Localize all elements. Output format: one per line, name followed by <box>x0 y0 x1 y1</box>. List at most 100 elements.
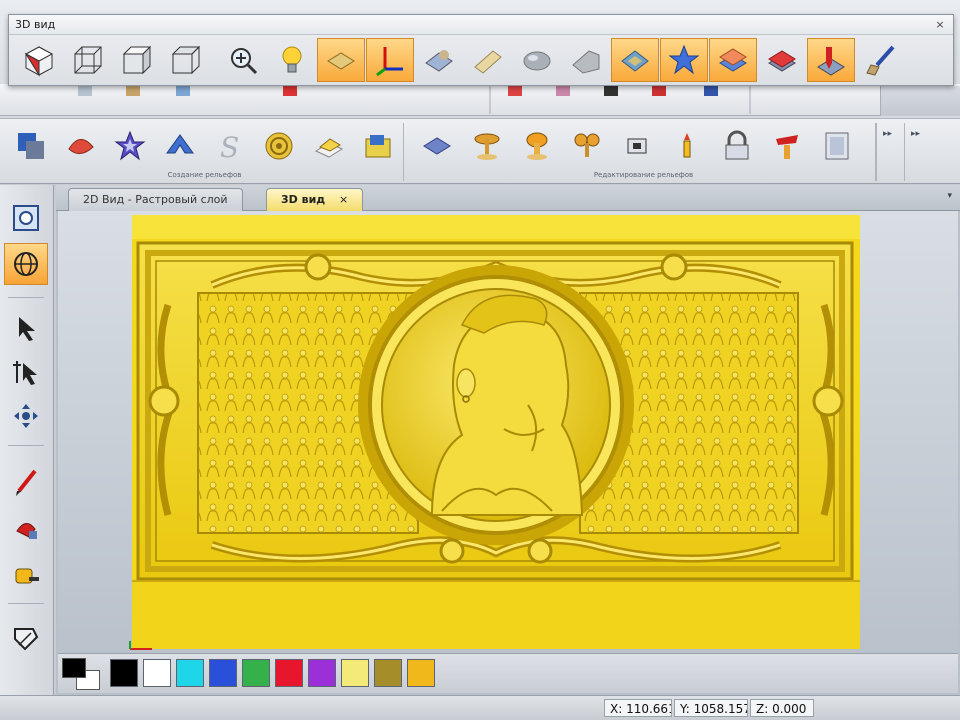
paint-icon <box>16 523 37 539</box>
ribbon-expand-area <box>880 86 960 116</box>
toolpath-button[interactable] <box>807 38 855 82</box>
shapes-tool-button[interactable] <box>6 125 56 167</box>
tree-tool-button[interactable] <box>562 125 612 167</box>
front-view-button[interactable] <box>113 38 161 82</box>
star-relief-tool-button[interactable] <box>105 125 155 167</box>
brush-button[interactable] <box>856 38 904 82</box>
smudge-tool-button[interactable] <box>762 125 812 167</box>
folder-tool-button[interactable] <box>353 125 403 167</box>
light-button[interactable] <box>268 38 316 82</box>
smudge-icon <box>776 135 798 159</box>
mesh-button[interactable] <box>562 38 610 82</box>
material-button[interactable] <box>464 38 512 82</box>
tool-separator <box>8 297 44 298</box>
s-curve-icon: S <box>220 131 239 163</box>
wireframe-cube-icon <box>74 46 102 74</box>
fg-bg-colors[interactable] <box>62 658 102 690</box>
mushroom-orange-tool-button[interactable] <box>512 125 562 167</box>
shade-button[interactable] <box>513 38 561 82</box>
transform-icon <box>14 404 38 428</box>
zoom-button[interactable] <box>219 38 267 82</box>
frame-tool-button[interactable] <box>812 125 862 167</box>
bar-icon <box>474 50 502 74</box>
tab-close-button[interactable]: × <box>339 193 348 206</box>
status-z-coord: Z: 0.000 <box>750 699 814 717</box>
grid-plane-button[interactable] <box>611 38 659 82</box>
plane-icon <box>327 52 355 70</box>
diamond-icon <box>423 137 451 155</box>
color-swatch[interactable] <box>242 659 270 687</box>
status-bar: X: 110.661 Y: 1058.157 Z: 0.000 <box>0 695 960 720</box>
tab-label: 2D Вид - Растровый слой <box>83 193 228 206</box>
arrow-cursor-icon <box>19 317 35 341</box>
grid-plane-icon <box>621 50 649 72</box>
layer-button[interactable] <box>709 38 757 82</box>
zoom-icon <box>231 48 258 75</box>
status-x-coord: X: 110.661 <box>604 699 672 717</box>
diamond-tool-button[interactable] <box>412 125 462 167</box>
axes-button[interactable] <box>366 38 414 82</box>
3d-viewport[interactable] <box>58 211 958 653</box>
cube-front-icon <box>122 45 152 75</box>
wireframe-view-button[interactable] <box>64 38 112 82</box>
arrow-relief-tool-button[interactable] <box>155 125 205 167</box>
candle-icon <box>683 133 691 158</box>
globe-tool[interactable] <box>4 243 48 285</box>
transform-tool[interactable] <box>4 395 48 437</box>
color-swatch[interactable] <box>110 659 138 687</box>
star-relief-button[interactable] <box>660 38 708 82</box>
brush-icon <box>866 45 895 76</box>
3d-view-toolbar[interactable]: 3D вид × <box>8 14 954 86</box>
node-tool[interactable] <box>4 351 48 393</box>
toolbar-close-button[interactable]: × <box>933 18 947 32</box>
relief-edit-label: Редактирование рельефов <box>593 171 694 179</box>
layers-icon <box>719 48 747 72</box>
color-swatch[interactable] <box>275 659 303 687</box>
measure-tool[interactable] <box>4 553 48 595</box>
foreground-color-swatch[interactable] <box>62 658 86 678</box>
select-tool[interactable] <box>4 307 48 349</box>
node-cursor-icon <box>13 361 37 385</box>
iso-view-button[interactable] <box>15 38 63 82</box>
globe-icon <box>14 252 38 276</box>
color-swatch[interactable] <box>143 659 171 687</box>
pen-tool[interactable] <box>4 617 48 659</box>
color-swatch[interactable] <box>308 659 336 687</box>
candle-tool-button[interactable] <box>662 125 712 167</box>
tab-menu-button[interactable]: ▾ <box>947 191 952 201</box>
color-swatch[interactable] <box>374 659 402 687</box>
texture-button[interactable] <box>415 38 463 82</box>
expand-edit-group-button[interactable]: ▸▸ <box>904 123 926 181</box>
s-curve-tool-button[interactable]: S <box>205 125 255 167</box>
plane-button[interactable] <box>317 38 365 82</box>
slab-icon <box>314 138 343 158</box>
arrow-relief-icon <box>165 134 194 154</box>
top-view-button[interactable] <box>162 38 210 82</box>
pencil-tool[interactable] <box>4 461 48 503</box>
color-swatch[interactable] <box>341 659 369 687</box>
color-swatch[interactable] <box>176 659 204 687</box>
mushroom-tool-button[interactable] <box>462 125 512 167</box>
sculpt-tool-button[interactable] <box>612 125 662 167</box>
lens-tool-button[interactable] <box>56 125 106 167</box>
color-swatch[interactable] <box>209 659 237 687</box>
celtic-knot-icon <box>265 132 293 160</box>
zoom-frame-tool[interactable] <box>4 197 48 239</box>
tab-3d-view[interactable]: 3D вид × <box>266 188 364 211</box>
lock-icon <box>725 130 749 160</box>
red-plane-button[interactable] <box>758 38 806 82</box>
document-tabs: 2D Вид - Растровый слой 3D вид × ▾ <box>56 185 960 211</box>
ribbon-icons-row <box>78 86 751 114</box>
banknote-relief <box>132 215 860 649</box>
tab-2d-view[interactable]: 2D Вид - Растровый слой <box>68 188 243 211</box>
relief-create-group: S Создание рельефов <box>6 123 404 181</box>
celtic-knot-tool-button[interactable] <box>254 125 304 167</box>
color-swatch[interactable] <box>407 659 435 687</box>
color-tool[interactable] <box>4 507 48 549</box>
document-area: 2D Вид - Растровый слой 3D вид × ▾ <box>56 185 960 695</box>
grey-tile-icon <box>572 50 600 74</box>
color-palette <box>58 653 958 693</box>
lock-tool-button[interactable] <box>712 125 762 167</box>
expand-create-group-button[interactable]: ▸▸ <box>876 123 898 181</box>
slab-tool-button[interactable] <box>304 125 354 167</box>
